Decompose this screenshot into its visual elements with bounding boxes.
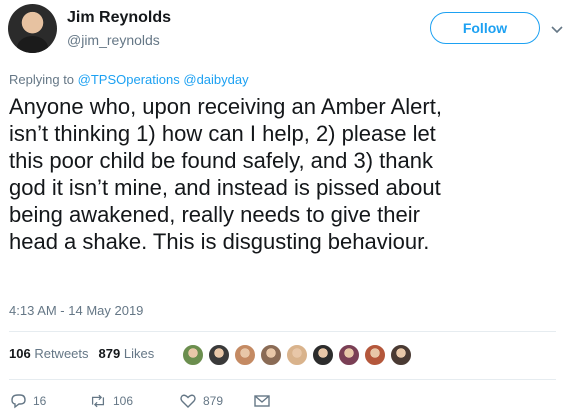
retweets-stat[interactable]: 106 Retweets xyxy=(9,346,89,361)
tweet-header: Jim Reynolds @jim_reynolds Follow xyxy=(8,4,564,56)
author-avatar[interactable] xyxy=(8,4,57,53)
retweets-count: 106 xyxy=(9,346,31,361)
likes-label: Likes xyxy=(123,346,155,361)
envelope-icon xyxy=(253,392,271,410)
author-name[interactable]: Jim Reynolds xyxy=(67,9,171,27)
tweet-actions: 16 106 879 xyxy=(9,392,409,412)
chevron-down-icon[interactable] xyxy=(549,22,564,38)
liker-avatar[interactable] xyxy=(182,344,204,366)
tweet-stats: 106 Retweets 879 Likes xyxy=(9,346,154,361)
liker-avatar[interactable] xyxy=(208,344,230,366)
liker-avatars xyxy=(182,344,416,368)
mention-link[interactable]: @daibyday xyxy=(183,72,248,87)
likes-stat[interactable]: 879 Likes xyxy=(99,346,155,361)
liker-avatar[interactable] xyxy=(286,344,308,366)
retweet-action[interactable]: 106 xyxy=(89,392,133,410)
liker-avatar[interactable] xyxy=(260,344,282,366)
divider xyxy=(9,379,556,380)
retweets-label: Retweets xyxy=(34,346,89,361)
heart-icon xyxy=(179,392,197,410)
reply-count: 16 xyxy=(33,394,47,408)
liker-avatar[interactable] xyxy=(338,344,360,366)
divider xyxy=(9,331,556,332)
mention-link[interactable]: @TPSOperations xyxy=(78,72,180,87)
liker-avatar[interactable] xyxy=(312,344,334,366)
reply-action[interactable]: 16 xyxy=(9,392,46,410)
liker-avatar[interactable] xyxy=(234,344,256,366)
replying-to: Replying to @TPSOperations @daibyday xyxy=(9,72,249,87)
author-handle[interactable]: @jim_reynolds xyxy=(67,32,160,48)
replying-prefix: Replying to xyxy=(9,72,75,87)
like-action[interactable]: 879 xyxy=(179,392,223,410)
tweet-text: Anyone who, upon receiving an Amber Aler… xyxy=(9,94,442,254)
retweet-icon xyxy=(89,392,107,410)
retweet-count: 106 xyxy=(113,394,134,408)
follow-button[interactable]: Follow xyxy=(430,12,540,44)
like-count: 879 xyxy=(203,394,224,408)
likes-count: 879 xyxy=(98,346,121,361)
liker-avatar[interactable] xyxy=(390,344,412,366)
message-action[interactable] xyxy=(253,392,277,410)
tweet-timestamp[interactable]: 4:13 AM - 14 May 2019 xyxy=(9,303,143,318)
liker-avatar[interactable] xyxy=(364,344,386,366)
reply-icon xyxy=(9,392,27,410)
